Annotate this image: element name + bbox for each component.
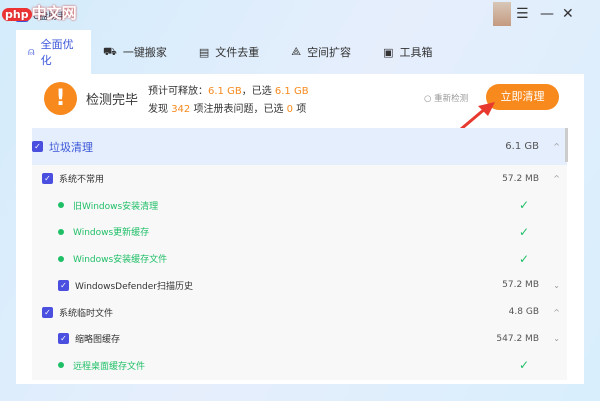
toolbox-icon: ▣: [383, 45, 394, 59]
truck-icon: ⛟: [103, 44, 117, 58]
expand-icon: ⟁: [291, 45, 302, 58]
list-item[interactable]: ✓ 缩略图缓存 547.2 MB ⌄: [32, 325, 567, 352]
list-item[interactable]: 远程桌面缓存文件 ✓: [32, 352, 567, 379]
checkbox[interactable]: ✓: [32, 141, 43, 152]
scrollbar[interactable]: [565, 128, 568, 162]
check-icon: ✓: [518, 251, 529, 266]
list-item[interactable]: 旧Windows安装清理 ✓: [32, 192, 567, 219]
tab-toolbox[interactable]: ▣ 工具箱: [371, 30, 452, 74]
tab-label: 工具箱: [399, 46, 433, 59]
status-dot: [58, 202, 64, 209]
list-item[interactable]: Windows更新缓存 ✓: [32, 218, 567, 245]
warning-icon: !: [44, 82, 77, 115]
status-dot: [58, 362, 64, 369]
tab-label: 空间扩容: [307, 46, 352, 59]
list-item[interactable]: ✓ 系统临时文件 4.8 GB ^: [32, 299, 567, 326]
tab-dedupe[interactable]: ▤ 文件去重: [187, 30, 279, 74]
chevron-down-icon[interactable]: ⌄: [553, 334, 560, 343]
tab-migrate[interactable]: ⛟ 一键搬家: [91, 30, 187, 74]
checkbox[interactable]: ✓: [58, 279, 69, 291]
tab-bar: ⍝ 全面优化 ⛟ 一键搬家 ▤ 文件去重 ⟁ 空间扩容 ▣ 工具箱: [16, 30, 452, 74]
check-icon: ✓: [518, 358, 529, 373]
tab-label: 全面优化: [40, 38, 74, 67]
scan-status: 检测完毕: [86, 93, 139, 108]
tab-label: 一键搬家: [122, 46, 167, 59]
check-icon: ✓: [518, 224, 529, 239]
file-icon: ▤: [198, 45, 210, 59]
close-icon[interactable]: ✕: [562, 6, 574, 22]
watermark: php 中文网: [2, 2, 77, 23]
chevron-down-icon[interactable]: ⌄: [553, 281, 560, 290]
chevron-up-icon[interactable]: ^: [553, 308, 560, 317]
rocket-icon: ⍝: [28, 45, 35, 58]
menu-icon[interactable]: ☰: [516, 6, 529, 22]
tab-label: 文件去重: [215, 46, 260, 59]
registry-summary: 发现 342 项注册表问题，已选 0 项: [148, 104, 307, 115]
status-dot: [58, 255, 64, 262]
root-row-junk-clean[interactable]: ✓ 垃圾清理 6.1 GB ^: [32, 128, 567, 165]
check-icon: ✓: [518, 198, 529, 213]
chevron-up-icon[interactable]: ^: [553, 142, 560, 151]
tab-expand[interactable]: ⟁ 空间扩容: [279, 30, 371, 74]
checkbox[interactable]: ✓: [58, 333, 69, 345]
list-item[interactable]: ✓ 系统不常用 57.2 MB ^: [32, 165, 567, 192]
list-item[interactable]: ✓ WindowsDefender扫描历史 57.2 MB ⌄: [32, 272, 567, 299]
list-item[interactable]: Windows安装缓存文件 ✓: [32, 245, 567, 272]
refresh-icon: ○: [424, 94, 432, 104]
checkbox[interactable]: ✓: [42, 173, 53, 184]
tab-full-optimize[interactable]: ⍝ 全面优化: [16, 30, 91, 74]
chevron-up-icon[interactable]: ^: [553, 174, 560, 183]
cleanup-list: ✓ 垃圾清理 6.1 GB ^ ✓ 系统不常用 57.2 MB ^ 旧Windows安装…: [32, 128, 567, 380]
checkbox[interactable]: ✓: [42, 306, 53, 318]
status-dot: [58, 228, 64, 235]
release-summary: 预计可释放：6.1 GB，已选 6.1 GB: [148, 86, 309, 97]
minimize-icon[interactable]: —: [540, 6, 554, 22]
avatar[interactable]: [493, 2, 511, 26]
